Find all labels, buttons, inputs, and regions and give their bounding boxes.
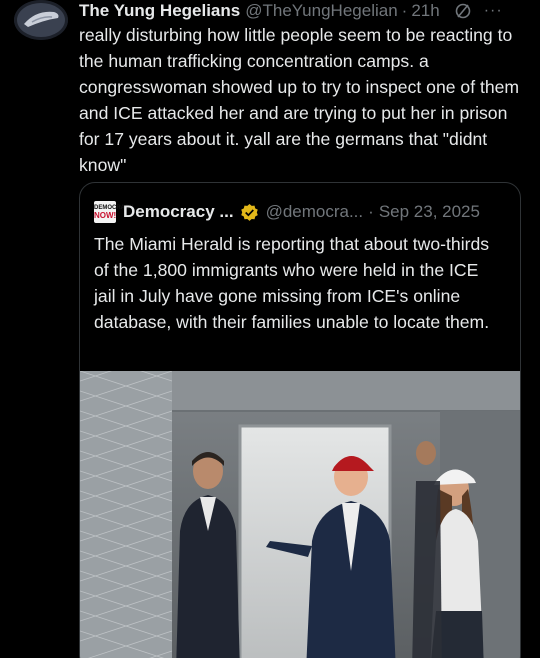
quoted-handle[interactable]: @democra... [266, 202, 364, 222]
display-name[interactable]: The Yung Hegelians [79, 1, 240, 21]
avatar-image [14, 0, 68, 40]
quoted-tweet[interactable]: DEMOCRACY NOW! Democracy ... @democra...… [79, 182, 521, 658]
separator: · [401, 1, 408, 20]
quoted-tweet-text: The Miami Herald is reporting that about… [94, 234, 490, 332]
timestamp[interactable]: 21h [411, 1, 439, 21]
more-icon[interactable]: ··· [484, 2, 503, 20]
verified-gold-badge[interactable] [240, 203, 259, 222]
quoted-date[interactable]: Sep 23, 2025 [379, 202, 480, 222]
tweet-text: really disturbing how little people seem… [79, 25, 524, 175]
tweet-header: The Yung Hegelians @TheYungHegelian · 21… [79, 0, 530, 22]
logo-bottom-text: NOW! [94, 211, 117, 220]
grok-icon[interactable] [454, 2, 472, 20]
separator: · [368, 202, 374, 221]
quoted-display-name[interactable]: Democracy ... [123, 202, 234, 222]
tweet[interactable]: The Yung Hegelians @TheYungHegelian · 21… [0, 0, 540, 658]
democracy-now-logo[interactable]: DEMOCRACY NOW! [94, 201, 133, 223]
avatar[interactable] [14, 0, 68, 40]
user-handle[interactable]: @TheYungHegelian [245, 1, 397, 21]
quoted-tweet-photo[interactable] [80, 371, 520, 658]
quoted-tweet-header: DEMOCRACY NOW! Democracy ... @democra...… [94, 201, 510, 223]
photo-illustration [80, 371, 520, 658]
